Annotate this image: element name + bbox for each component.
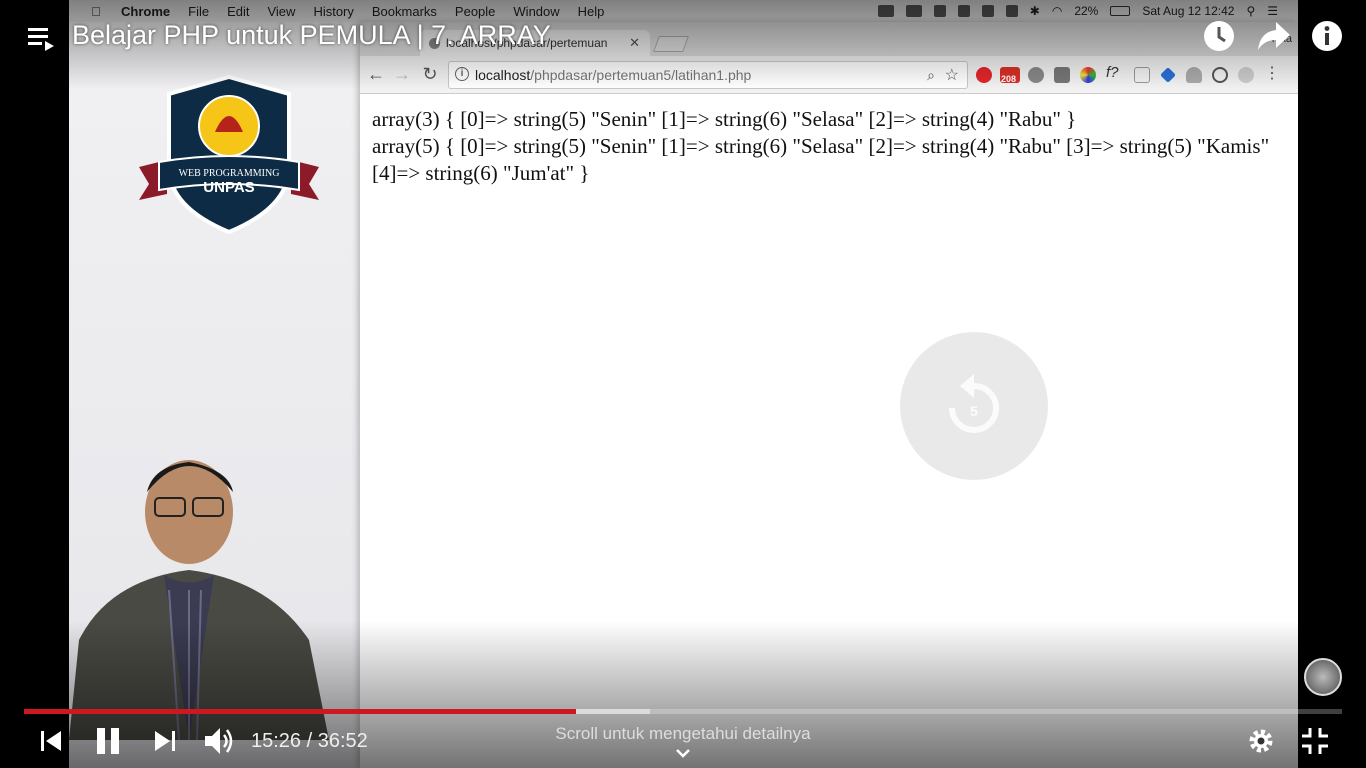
menu-file[interactable]: File <box>188 4 209 19</box>
played-bar <box>24 709 576 714</box>
apple-icon[interactable]:  <box>89 4 103 19</box>
menu-window[interactable]: Window <box>513 4 559 19</box>
extension-icon-10[interactable] <box>1212 67 1228 83</box>
opera-extension-icon[interactable] <box>976 67 992 83</box>
forward-arrow-icon[interactable]: → <box>392 64 412 85</box>
tab-close-icon[interactable]: ✕ <box>629 35 640 51</box>
spotlight-search-icon[interactable]: ⚲ <box>1246 4 1255 18</box>
extension-icon-11[interactable] <box>1238 67 1254 83</box>
menu-people[interactable]: People <box>455 4 495 19</box>
chrome-menu-icon[interactable]: ⋮ <box>1264 63 1280 82</box>
site-info-icon[interactable]: i <box>455 67 469 81</box>
replay-5-seconds-overlay: 5 <box>900 332 1048 480</box>
bluetooth-icon[interactable]: ✱ <box>1030 4 1040 18</box>
gmail-extension-icon[interactable]: 208 <box>1000 67 1020 84</box>
address-bar[interactable]: i localhost/phpdasar/pertemuan5/latihan1… <box>448 61 968 89</box>
extension-icon-3[interactable] <box>1028 67 1044 83</box>
logo-line2: UNPAS <box>203 179 254 196</box>
video-frame[interactable]:  Chrome File Edit View History Bookmark… <box>69 0 1298 768</box>
url-host: localhost <box>475 67 531 83</box>
watch-later-icon[interactable] <box>1203 20 1235 52</box>
extension-icon-4[interactable] <box>1054 67 1070 83</box>
extension-tray-icon[interactable] <box>1005 5 1018 17</box>
menu-view[interactable]: View <box>267 4 295 19</box>
replay-seconds: 5 <box>970 403 978 419</box>
screen-record-icon[interactable] <box>877 5 894 17</box>
font-extension-icon[interactable]: f? <box>1106 64 1126 81</box>
progress-bar[interactable] <box>24 709 1342 714</box>
presenter-panel: WEB PROGRAMMING UNPAS <box>69 22 359 768</box>
menu-edit[interactable]: Edit <box>227 4 249 19</box>
gmail-badge: 208 <box>1001 74 1017 84</box>
battery-icon <box>1110 6 1131 16</box>
browser-toolbar: ← → ↻ i localhost/phpdasar/pertemuan5/la… <box>360 56 1298 94</box>
channel-watermark[interactable] <box>1304 658 1342 696</box>
chevron-down-icon[interactable] <box>674 748 692 760</box>
logo-line1: WEB PROGRAMMING <box>179 168 280 179</box>
url-path: /phpdasar/pertemuan5/latihan1.php <box>530 67 752 83</box>
creative-cloud-icon[interactable] <box>957 5 970 17</box>
scroll-hint[interactable]: Scroll untuk mengetahui detailnya <box>0 724 1366 744</box>
menu-history[interactable]: History <box>313 4 353 19</box>
presenter-image <box>69 460 329 740</box>
wifi-icon[interactable]: ◠ <box>1052 4 1062 18</box>
mac-menubar:  Chrome File Edit View History Bookmark… <box>69 0 1298 22</box>
reload-icon[interactable]: ↻ <box>420 64 440 85</box>
var-dump-line-2: array(5) { [0]=> string(5) "Senin" [1]=>… <box>372 134 1270 185</box>
unpas-shield-logo: WEB PROGRAMMING UNPAS <box>139 74 319 235</box>
bookmark-star-icon[interactable]: ☆ <box>945 65 959 85</box>
zoom-icon[interactable]: ⌕ <box>927 67 935 84</box>
menu-chrome[interactable]: Chrome <box>121 4 170 19</box>
dropbox-icon[interactable] <box>981 5 994 17</box>
share-icon[interactable] <box>1256 20 1292 52</box>
menubar-clock[interactable]: Sat Aug 12 12:42 <box>1142 4 1234 18</box>
playlist-icon[interactable] <box>26 24 56 52</box>
video-title[interactable]: Belajar PHP untuk PEMULA | 7. ARRAY <box>72 20 551 51</box>
notification-center-icon[interactable]: ☰ <box>1267 4 1278 18</box>
battery-percent[interactable]: 22% <box>1074 4 1098 18</box>
menu-bookmarks[interactable]: Bookmarks <box>372 4 437 19</box>
page-content: array(3) { [0]=> string(5) "Senin" [1]=>… <box>372 106 1282 187</box>
settings-icon[interactable] <box>1246 726 1276 756</box>
browser-window: localhost/phpdasar/pertemuan ✕ hika ← → … <box>360 22 1298 768</box>
cloud-icon[interactable] <box>933 5 946 17</box>
extension-icon-8[interactable] <box>1160 67 1176 83</box>
rewind-icon: 5 <box>949 374 999 433</box>
back-arrow-icon[interactable]: ← <box>366 64 386 85</box>
var-dump-line-1: array(3) { [0]=> string(5) "Senin" [1]=>… <box>372 107 1077 131</box>
color-picker-extension-icon[interactable] <box>1080 67 1096 83</box>
exit-fullscreen-icon[interactable] <box>1300 726 1330 756</box>
new-tab-button[interactable] <box>653 36 689 52</box>
cloud-extension-icon[interactable] <box>1186 67 1202 83</box>
monitor-icon[interactable] <box>905 5 922 17</box>
info-icon[interactable] <box>1311 20 1343 52</box>
menu-help[interactable]: Help <box>578 4 605 19</box>
extension-icon-7[interactable] <box>1134 67 1150 83</box>
